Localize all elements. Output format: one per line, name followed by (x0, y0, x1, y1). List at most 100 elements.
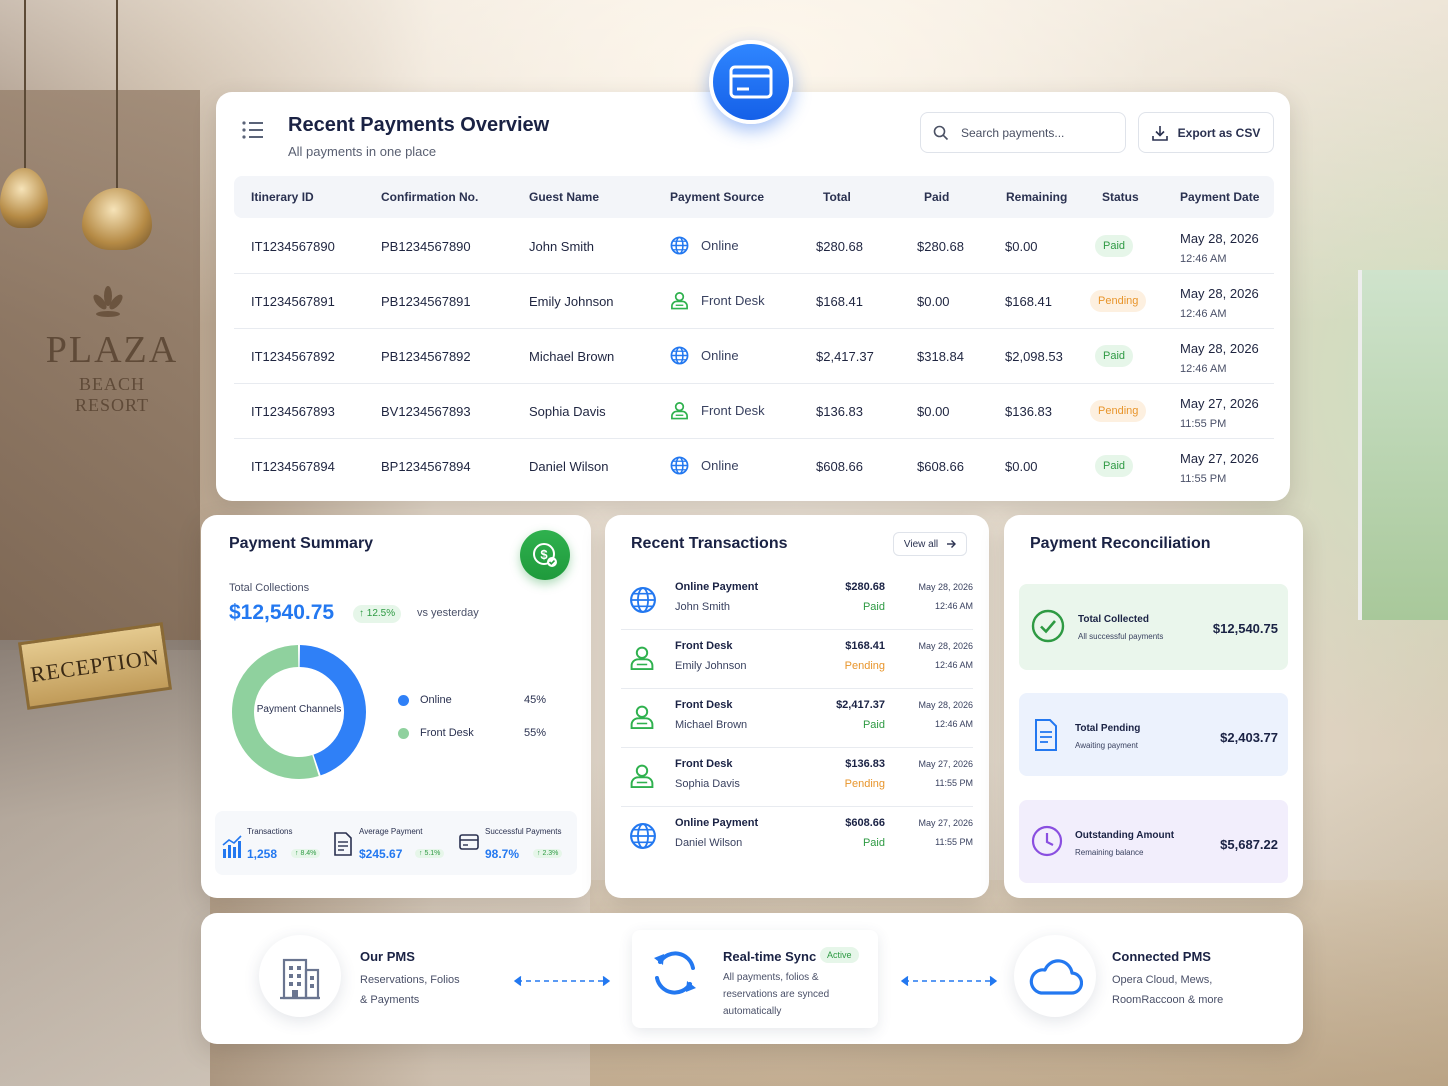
tx-time: 12:46 AM (934, 660, 973, 670)
tx-time: 11:55 PM (935, 778, 973, 788)
status-badge: Paid (1095, 235, 1134, 257)
status-badge: Pending (1090, 400, 1147, 422)
stat-change: ↑ 5.1% (415, 849, 445, 858)
sync-active-badge: Active (820, 947, 859, 963)
globe-icon (670, 346, 689, 365)
rec-title: Total Collected (1078, 614, 1149, 625)
source-label: Front Desk (701, 403, 765, 418)
download-icon (1151, 125, 1168, 141)
clock-icon (1031, 825, 1063, 857)
legend-pct: 55% (523, 727, 546, 739)
col-total[interactable]: Total (823, 190, 851, 204)
reconciliation-title: Payment Reconciliation (1030, 535, 1211, 552)
table-row[interactable]: IT1234567894 BP1234567894 Daniel Wilson … (234, 439, 1274, 494)
tx-date: May 27, 2026 (918, 759, 973, 769)
our-pms-title: Our PMS (360, 949, 415, 964)
col-status[interactable]: Status (1102, 190, 1139, 204)
rec-sub: Remaining balance (1075, 848, 1144, 857)
cell-confirmation: BV1234567893 (381, 404, 471, 419)
cell-guest: Michael Brown (529, 349, 615, 364)
tx-date: May 28, 2026 (918, 641, 973, 651)
cell-date: May 27, 2026 11:55 PM (1180, 394, 1259, 434)
transaction-item[interactable]: Online Payment Daniel Wilson $608.66 Pai… (621, 807, 973, 866)
cell-total: $280.68 (816, 239, 863, 254)
col-confirmation[interactable]: Confirmation No. (381, 190, 478, 204)
lamp-cord (116, 0, 118, 190)
person-icon (630, 705, 654, 730)
cloud-icon (1029, 959, 1083, 995)
tx-date: May 28, 2026 (918, 700, 973, 710)
total-collected-tile: Total Collected All successful payments … (1019, 584, 1288, 670)
cell-date: May 28, 2026 12:46 AM (1180, 339, 1259, 379)
view-all-button[interactable]: View all (893, 532, 967, 556)
stat-value: 1,258 (247, 847, 278, 861)
tx-date: May 27, 2026 (918, 818, 973, 828)
stat-change: ↑ 8.4% (291, 849, 321, 858)
date-text: May 28, 2026 (1180, 231, 1259, 246)
transaction-item[interactable]: Front Desk Michael Brown $2,417.37 Paid … (621, 689, 973, 748)
tx-status: Paid (862, 837, 885, 849)
dollar-badge: $ (520, 530, 570, 580)
table-row[interactable]: IT1234567892 PB1234567892 Michael Brown … (234, 329, 1274, 384)
table-header: Itinerary ID Confirmation No. Guest Name… (234, 176, 1274, 218)
cell-source: Front Desk (670, 401, 765, 420)
view-all-label: View all (903, 538, 939, 550)
total-collections-value: $12,540.75 (229, 601, 335, 624)
col-paid[interactable]: Paid (924, 190, 949, 204)
search-input[interactable] (961, 125, 1101, 140)
page-title: Recent Payments Overview (288, 114, 550, 136)
tx-type: Front Desk (675, 758, 733, 770)
tx-guest: Michael Brown (675, 719, 748, 731)
status-badge: Pending (1090, 290, 1147, 312)
table-row[interactable]: IT1234567890 PB1234567890 John Smith Onl… (234, 219, 1274, 274)
table-row[interactable]: IT1234567893 BV1234567893 Sophia Davis F… (234, 384, 1274, 439)
connected-pms-desc: Opera Cloud, Mews, RoomRaccoon & more (1112, 970, 1223, 1010)
person-icon (630, 646, 654, 671)
cell-total: $2,417.37 (816, 349, 874, 364)
col-guest-name[interactable]: Guest Name (529, 190, 599, 204)
dollar-coin-icon: $ (533, 543, 557, 567)
cell-date: May 28, 2026 12:46 AM (1180, 229, 1259, 269)
col-payment-source[interactable]: Payment Source (670, 190, 764, 204)
sync-arrows-icon (654, 951, 696, 995)
rec-value: $12,540.75 (1212, 621, 1278, 636)
date-text: May 27, 2026 (1180, 451, 1259, 466)
tx-date: May 28, 2026 (918, 582, 973, 592)
tx-type: Online Payment (675, 581, 759, 593)
recent-payments-panel: Recent Payments Overview All payments in… (216, 92, 1290, 501)
arrow-right-icon (947, 540, 957, 548)
tx-guest: Emily Johnson (675, 660, 747, 672)
cell-remaining: $136.83 (1005, 404, 1052, 419)
transaction-item[interactable]: Front Desk Emily Johnson $168.41 Pending… (621, 630, 973, 689)
real-time-sync-panel: Real-time Sync Active All payments, foli… (632, 930, 878, 1028)
transaction-item[interactable]: Online Payment John Smith $280.68 Paid M… (621, 571, 973, 630)
transaction-item[interactable]: Front Desk Sophia Davis $136.83 Pending … (621, 748, 973, 807)
person-icon (671, 292, 688, 310)
status-badge: Paid (1095, 345, 1134, 367)
summary-stats-bar: Transactions 1,258 ↑ 8.4% Average Paymen… (215, 811, 577, 875)
cell-paid: $0.00 (917, 404, 950, 419)
legend-front-desk: Front Desk 55% (398, 727, 546, 739)
cell-total: $136.83 (816, 404, 863, 419)
date-text: May 28, 2026 (1180, 341, 1259, 356)
col-itinerary-id[interactable]: Itinerary ID (251, 190, 314, 204)
cell-date: May 28, 2026 12:46 AM (1180, 284, 1259, 324)
tx-amount: $168.41 (845, 640, 885, 652)
tx-amount: $136.83 (845, 758, 885, 770)
col-payment-date[interactable]: Payment Date (1180, 190, 1259, 204)
rec-value: $5,687.22 (1220, 837, 1278, 852)
source-label: Online (701, 238, 739, 253)
connected-pms-title: Connected PMS (1112, 949, 1211, 964)
page-subtitle: All payments in one place (288, 144, 437, 159)
list-menu-icon[interactable] (242, 120, 264, 140)
time-text: 11:55 PM (1180, 418, 1227, 430)
payment-summary-card: Payment Summary $ Total Collections $12,… (201, 515, 591, 898)
bidirectional-arrow-icon (513, 975, 611, 987)
export-csv-button[interactable]: Export as CSV (1138, 112, 1274, 153)
cell-total: $168.41 (816, 294, 863, 309)
date-text: May 28, 2026 (1180, 286, 1259, 301)
col-remaining[interactable]: Remaining (1006, 190, 1067, 204)
search-field[interactable] (920, 112, 1126, 153)
table-row[interactable]: IT1234567891 PB1234567891 Emily Johnson … (234, 274, 1274, 329)
connected-pms-line: Opera Cloud, Mews, (1112, 974, 1213, 986)
